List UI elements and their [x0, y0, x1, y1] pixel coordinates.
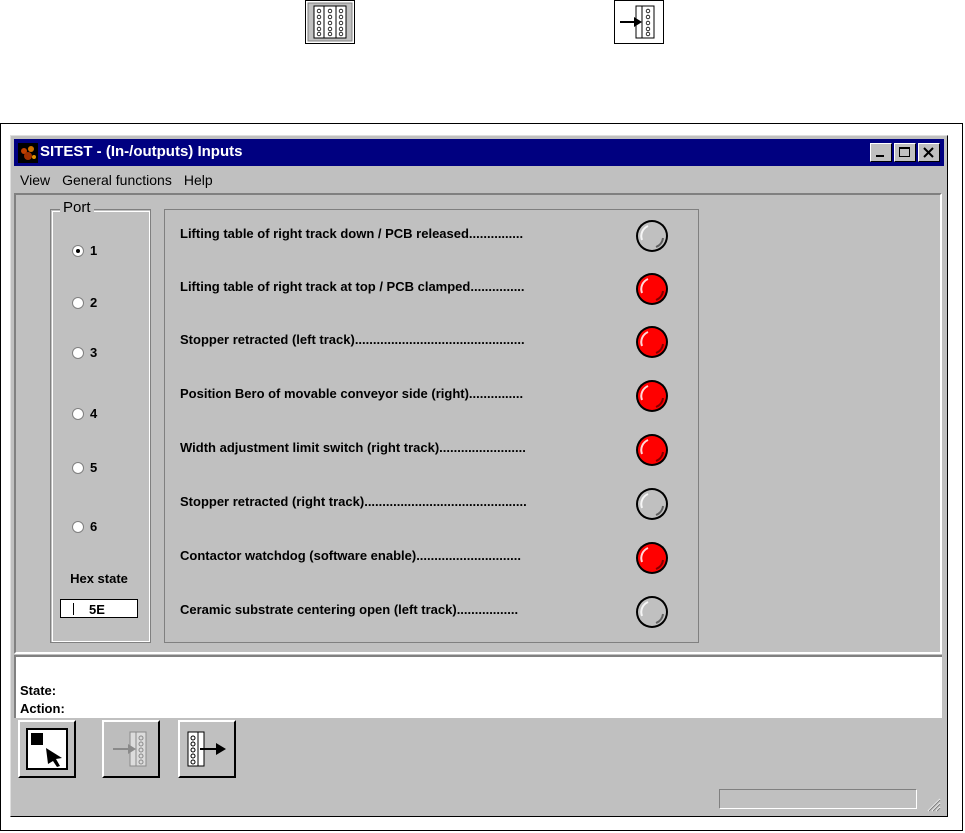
port-radio-label: 6 [90, 519, 98, 534]
led-indicator-icon [636, 273, 668, 305]
window-title: SITEST - (In-/outputs) Inputs [40, 143, 243, 160]
inputs-panel-icon [305, 0, 355, 44]
led-indicator-icon [636, 434, 668, 466]
hex-state-field: 5E [60, 599, 138, 618]
port-radio-label: 3 [90, 345, 98, 360]
port-radio-label: 4 [90, 406, 98, 421]
outputs-arrow-icon [187, 731, 226, 767]
menu-view[interactable]: View [14, 172, 56, 188]
state-label: State: [20, 683, 57, 698]
radio-icon [72, 296, 84, 309]
menu-bar: View General functions Help [14, 169, 944, 191]
menu-general-functions[interactable]: General functions [56, 172, 178, 188]
minimize-button[interactable] [870, 143, 892, 162]
maximize-button[interactable] [894, 143, 916, 162]
set-inputs-arrow-icon [110, 728, 152, 770]
maximize-icon [899, 147, 910, 157]
input-label: Width adjustment limit switch (right tra… [180, 440, 526, 455]
action-label: Action: [20, 701, 65, 716]
status-area: State: Action: [14, 655, 942, 718]
statusbar-field [719, 789, 917, 809]
input-label: Lifting table of right track down / PCB … [180, 226, 524, 241]
input-label: Stopper retracted (right track).........… [180, 494, 527, 509]
port-radio-label: 2 [90, 295, 98, 310]
port-radio-3[interactable]: 3 [72, 345, 97, 360]
hex-state-label: Hex state [70, 571, 128, 586]
input-row: Width adjustment limit switch (right tra… [180, 432, 695, 468]
port-radio-1[interactable]: 1 [72, 243, 97, 258]
toolbar [14, 720, 942, 786]
input-row: Position Bero of movable conveyor side (… [180, 378, 695, 414]
input-row: Lifting table of right track at top / PC… [180, 271, 695, 307]
led-indicator-icon [636, 596, 668, 628]
radio-icon [72, 346, 84, 359]
port-legend: Port [60, 199, 94, 216]
input-label: Stopper retracted (left track)..........… [180, 332, 525, 347]
radio-icon [72, 520, 84, 533]
led-indicator-icon [636, 326, 668, 358]
resize-grip-icon[interactable] [925, 796, 941, 812]
input-row: Ceramic substrate centering open (left t… [180, 594, 695, 630]
port-radio-6[interactable]: 6 [72, 519, 97, 534]
client-area: Port 1 2 3 4 5 6 Hex state 5E Lifting ta… [14, 193, 942, 654]
input-label: Contactor watchdog (software enable)....… [180, 548, 521, 563]
menu-help[interactable]: Help [178, 172, 219, 188]
input-row: Contactor watchdog (software enable)....… [180, 540, 695, 576]
outputs-button[interactable] [178, 720, 236, 778]
set-inputs-arrow-icon [614, 0, 664, 44]
port-radio-label: 1 [90, 243, 98, 258]
input-row: Stopper retracted (right track).........… [180, 486, 695, 522]
input-row: Lifting table of right track down / PCB … [180, 218, 695, 254]
port-radio-5[interactable]: 5 [72, 460, 97, 475]
radio-icon [72, 461, 84, 474]
app-icon[interactable] [18, 143, 38, 163]
close-button[interactable] [918, 143, 940, 162]
radio-selected-icon [72, 244, 84, 257]
input-label: Lifting table of right track at top / PC… [180, 279, 525, 294]
port-radio-label: 5 [90, 460, 98, 475]
input-label: Ceramic substrate centering open (left t… [180, 602, 519, 617]
select-button[interactable] [18, 720, 76, 778]
led-indicator-icon [636, 380, 668, 412]
led-indicator-icon [636, 542, 668, 574]
set-inputs-button[interactable] [102, 720, 160, 778]
port-radio-4[interactable]: 4 [72, 406, 97, 421]
led-indicator-icon [636, 220, 668, 252]
inputs-panel: Lifting table of right track down / PCB … [164, 209, 699, 643]
title-bar[interactable]: SITEST - (In-/outputs) Inputs [14, 139, 944, 166]
radio-icon [72, 407, 84, 420]
input-label: Position Bero of movable conveyor side (… [180, 386, 524, 401]
close-icon [923, 147, 934, 158]
input-row: Stopper retracted (left track)..........… [180, 324, 695, 360]
app-window: SITEST - (In-/outputs) Inputs View Gener… [10, 135, 948, 817]
select-pointer-icon [26, 728, 68, 770]
hex-state-value: 5E [89, 602, 105, 617]
minimize-icon [876, 155, 884, 157]
led-indicator-icon [636, 488, 668, 520]
port-radio-2[interactable]: 2 [72, 295, 97, 310]
